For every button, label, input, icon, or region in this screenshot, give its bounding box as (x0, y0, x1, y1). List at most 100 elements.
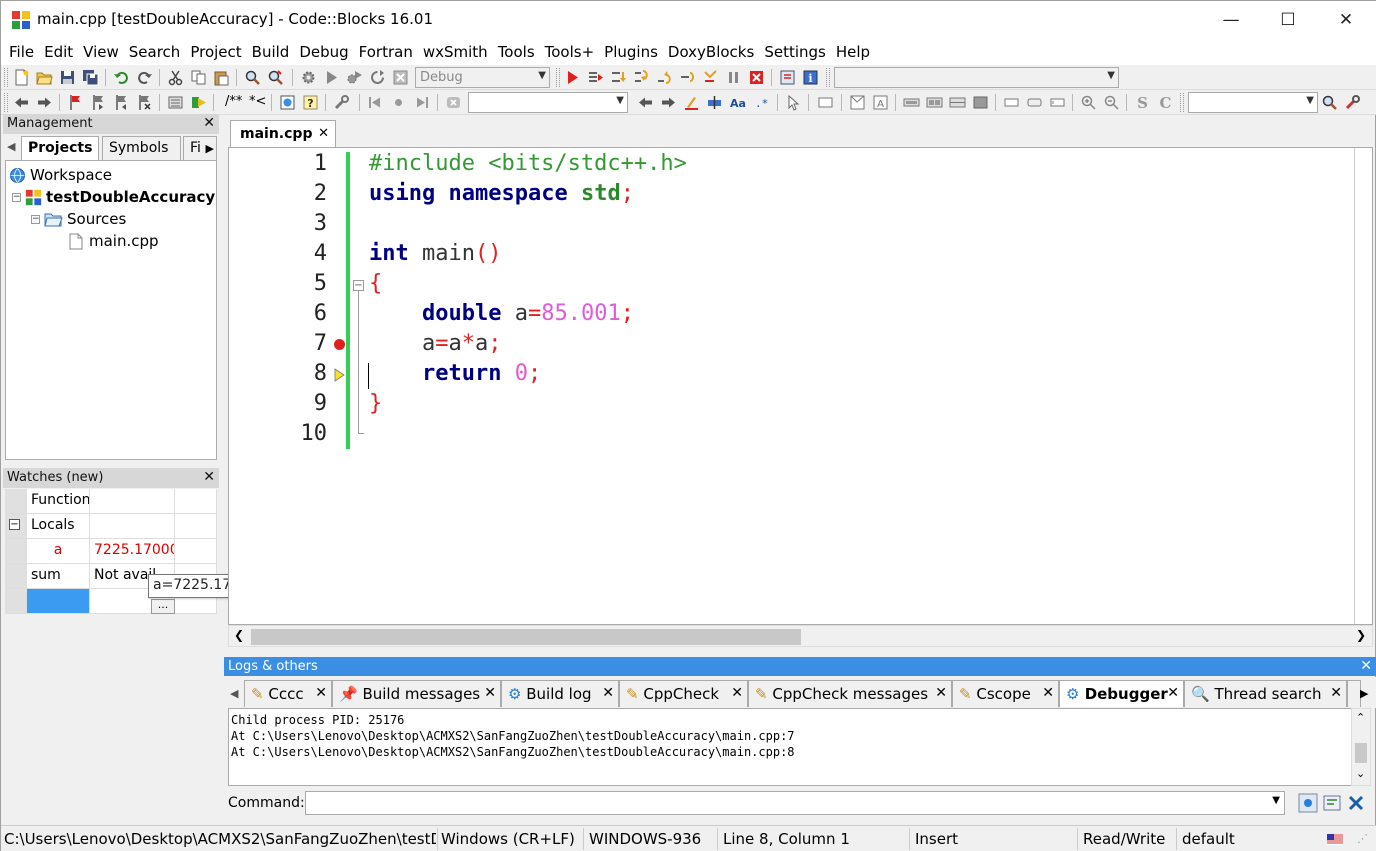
scrollbar-thumb[interactable] (251, 629, 801, 645)
symbol-c-icon[interactable]: C (1157, 94, 1174, 111)
incremental-search-input[interactable]: ▼ (468, 92, 628, 113)
wx-textctrl-icon[interactable] (1049, 94, 1066, 111)
doxy-config-wrench-icon[interactable] (333, 94, 350, 111)
arrow-left-icon[interactable] (13, 94, 30, 111)
doxy-extract-icon[interactable] (190, 94, 207, 111)
doxy-wizard-icon[interactable] (167, 94, 184, 111)
tree-item-project[interactable]: − testDoubleAccuracy (12, 188, 215, 206)
tree-item-sources[interactable]: − Sources (31, 210, 126, 228)
watches-close-button[interactable]: ✕ (203, 469, 215, 485)
tab-scroll-right-icon[interactable]: ▶ (206, 142, 214, 155)
tab-cppcheck-messages[interactable]: ✎ CppCheck messages ✕ (748, 680, 952, 707)
toolbar-grip[interactable] (4, 93, 8, 112)
tools-wrench-icon[interactable] (1344, 94, 1361, 111)
jump-back-icon[interactable] (367, 94, 384, 111)
menu-project[interactable]: Project (185, 43, 246, 61)
cut-icon[interactable] (167, 69, 184, 86)
tree-item-workspace[interactable]: Workspace (9, 166, 112, 184)
menu-plugins[interactable]: Plugins (599, 43, 663, 61)
maximize-button[interactable]: ☐ (1259, 1, 1317, 39)
doxy-line-comment-button[interactable]: *< (249, 94, 266, 109)
jump-forward-icon[interactable] (413, 94, 430, 111)
html-docs-icon[interactable] (279, 94, 296, 111)
paste-icon[interactable] (213, 69, 230, 86)
build-gear-icon[interactable] (300, 69, 317, 86)
watch-name-sum[interactable]: sum (27, 564, 90, 589)
toolbar-grip[interactable] (4, 68, 8, 87)
debug-start-icon[interactable] (564, 69, 581, 86)
tab-cppcheck[interactable]: ✎ CppCheck ✕ (619, 680, 748, 707)
stop-debugger-icon[interactable] (748, 69, 765, 86)
tab-cscope[interactable]: ✎ Cscope ✕ (952, 680, 1059, 707)
wx-panel-icon[interactable] (817, 94, 834, 111)
tab-scroll-left-icon[interactable]: ◀ (230, 687, 238, 700)
tab-cccc[interactable]: ✎ Cccc ✕ (244, 680, 332, 707)
scroll-up-icon[interactable]: ⌃ (1356, 711, 1365, 724)
wx-button-icon[interactable] (1026, 94, 1043, 111)
tab-symbols[interactable]: Symbols (102, 136, 181, 160)
bookmark-toggle-icon[interactable] (67, 94, 84, 111)
break-debugger-icon[interactable] (725, 69, 742, 86)
code-editor[interactable]: 1 2 3 4 5 6 7 8 9 10 − #include <bits/st… (228, 147, 1373, 625)
tab-close-button[interactable]: ✕ (315, 685, 327, 701)
toolbar-grip[interactable] (556, 68, 560, 87)
close-button[interactable]: ✕ (1317, 1, 1375, 39)
bookmark-next-icon[interactable] (113, 94, 130, 111)
collapse-toggle-icon[interactable]: − (9, 519, 20, 530)
clear-search-icon[interactable] (445, 94, 462, 111)
command-input[interactable]: ▼ (305, 791, 1285, 815)
symbol-scope-select[interactable]: ▼ (834, 67, 1119, 88)
open-folder-icon[interactable] (36, 69, 53, 86)
tab-close-button[interactable]: ✕ (731, 685, 743, 701)
menu-edit[interactable]: Edit (39, 43, 78, 61)
step-into-icon[interactable] (633, 69, 650, 86)
watch-new-entry-cell[interactable] (27, 589, 90, 614)
code-completion-select[interactable]: ▼ (1188, 92, 1318, 113)
menu-search[interactable]: Search (124, 43, 186, 61)
build-and-run-icon[interactable] (346, 69, 363, 86)
menu-wxsmith[interactable]: wxSmith (418, 43, 493, 61)
search-previous-icon[interactable] (637, 94, 654, 111)
symbol-search-icon[interactable] (1321, 94, 1338, 111)
step-out-icon[interactable] (656, 69, 673, 86)
menu-debug[interactable]: Debug (294, 43, 353, 61)
watch-name-a[interactable]: a (27, 539, 90, 564)
debugger-log-output[interactable]: Child process PID: 25176 At C:\Users\Len… (228, 708, 1355, 786)
collapse-toggle-icon[interactable]: − (31, 214, 40, 224)
tab-build-messages[interactable]: 📌 Build messages ✕ (332, 680, 501, 707)
tab-scroll-right-icon[interactable]: ▶ (1360, 687, 1368, 700)
wx-dialog-icon[interactable]: A (872, 94, 889, 111)
wx-frame-icon[interactable] (849, 94, 866, 111)
debug-windows-icon[interactable] (779, 69, 796, 86)
bookmark-previous-icon[interactable] (90, 94, 107, 111)
tab-close-button[interactable]: ✕ (1330, 685, 1342, 701)
menu-doxyblocks[interactable]: DoxyBlocks (663, 43, 759, 61)
rebuild-icon[interactable] (369, 69, 386, 86)
tab-close-button[interactable]: ✕ (484, 685, 496, 701)
tab-scroll-left-icon[interactable]: ◀ (7, 140, 15, 153)
tab-main-cpp[interactable]: main.cpp ✕ (230, 120, 336, 147)
regex-icon[interactable]: .* (752, 94, 769, 111)
menu-file[interactable]: File (4, 43, 39, 61)
highlight-icon[interactable] (683, 94, 700, 111)
menu-tools-plus[interactable]: Tools+ (540, 43, 600, 61)
send-command-icon[interactable] (1298, 793, 1318, 813)
tree-item-main-cpp[interactable]: main.cpp (69, 232, 159, 250)
symbol-s-icon[interactable]: S (1134, 94, 1151, 111)
minimize-button[interactable]: — (1202, 1, 1260, 39)
watch-name-locals[interactable]: Locals (27, 514, 90, 539)
resize-grip-icon[interactable]: ⋰ (1357, 832, 1368, 845)
fold-toggle-icon[interactable]: − (353, 280, 364, 291)
arrow-right-icon[interactable] (36, 94, 53, 111)
next-instruction-icon[interactable] (679, 69, 696, 86)
collapse-toggle-icon[interactable]: − (12, 192, 21, 202)
replace-icon[interactable] (267, 69, 284, 86)
menu-help[interactable]: Help (831, 43, 875, 61)
scroll-down-icon[interactable]: ⌄ (1356, 767, 1365, 780)
scroll-left-icon[interactable]: ❮ (234, 628, 244, 642)
save-all-icon[interactable] (82, 69, 99, 86)
tab-projects[interactable]: Projects (21, 136, 100, 161)
chm-help-icon[interactable]: ? (302, 94, 319, 111)
menu-tools[interactable]: Tools (493, 43, 540, 61)
tab-files[interactable]: Fi ▶ (183, 136, 217, 160)
